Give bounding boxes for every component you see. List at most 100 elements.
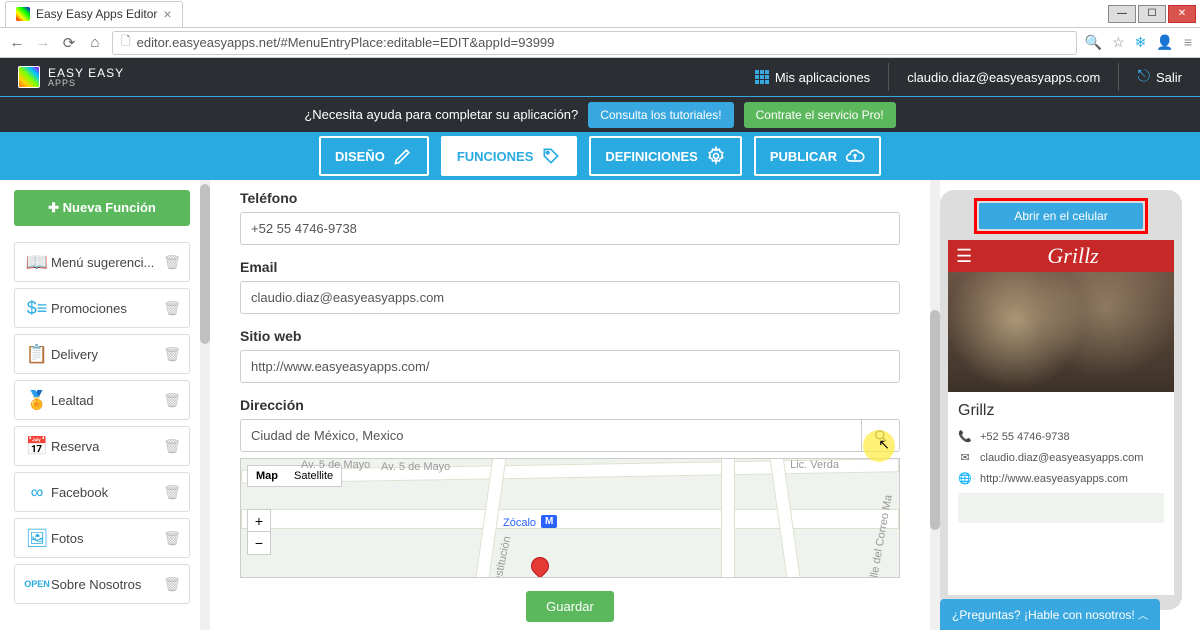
- sidebar-item-delivery[interactable]: 📋Delivery🗑: [14, 334, 190, 374]
- main-nav-tabs: DISEÑO FUNCIONES DEFINICIONES PUBLICAR: [0, 132, 1200, 180]
- address-search-button[interactable]: [862, 419, 900, 452]
- reload-icon[interactable]: ⟳: [60, 34, 78, 52]
- main-scrollbar[interactable]: [930, 180, 940, 630]
- apps-grid-icon: [755, 70, 769, 84]
- window-minimize[interactable]: —: [1108, 5, 1136, 23]
- trash-icon[interactable]: 🗑: [163, 254, 181, 271]
- globe-icon: 🌐: [958, 472, 972, 485]
- email-field-group: Email: [240, 259, 900, 314]
- map-widget[interactable]: Map Satellite + − Av. 5 de Mayo Av. 5 de…: [240, 458, 900, 578]
- zoom-icon[interactable]: 🔍: [1085, 34, 1102, 51]
- sidebar-item-booking[interactable]: 📅Reserva🗑: [14, 426, 190, 466]
- dollar-list-icon: $≡: [23, 298, 51, 319]
- home-icon[interactable]: ⌂: [86, 34, 104, 51]
- logout-link[interactable]: ⎋ Salir: [1137, 68, 1182, 86]
- phone-icon: 📞: [958, 430, 972, 443]
- open-in-phone-button[interactable]: Abrir en el celular: [979, 203, 1143, 229]
- website-input[interactable]: [240, 350, 900, 383]
- website-field-group: Sitio web: [240, 328, 900, 383]
- back-icon[interactable]: ←: [8, 34, 26, 51]
- trash-icon[interactable]: 🗑: [163, 346, 181, 363]
- menu-icon[interactable]: ≡: [1184, 34, 1192, 51]
- street-label: Lic. Verda: [790, 459, 839, 471]
- brand-sub: APPS: [48, 79, 124, 88]
- map-zoom-control: + −: [247, 509, 271, 555]
- window-close[interactable]: ✕: [1168, 5, 1196, 23]
- trash-icon[interactable]: 🗑: [163, 576, 181, 593]
- street-label: Av. 5 de Mayo: [301, 459, 370, 471]
- clipboard-icon: 📋: [23, 344, 51, 365]
- email-label: Email: [240, 259, 900, 275]
- trash-icon[interactable]: 🗑: [163, 392, 181, 409]
- browser-tab[interactable]: Easy Easy Apps Editor ×: [5, 1, 183, 27]
- exit-icon: ⎋: [1137, 68, 1150, 86]
- save-button[interactable]: Guardar: [526, 591, 614, 622]
- tab-close-icon[interactable]: ×: [163, 6, 171, 22]
- bookmark-icon[interactable]: ☆: [1112, 34, 1125, 51]
- hamburger-icon[interactable]: ☰: [956, 246, 972, 267]
- address-input[interactable]: [240, 419, 862, 452]
- share-icon: ∞: [23, 482, 51, 503]
- browser-address-bar: ← → ⟳ ⌂ 🗋 editor.easyeasyapps.net/#MenuE…: [0, 28, 1200, 58]
- brand-name: EASY EASY: [48, 67, 124, 79]
- brand-logo[interactable]: EASY EASY APPS: [18, 66, 124, 88]
- help-bar: ¿Necesita ayuda para completar su aplica…: [0, 96, 1200, 132]
- user-email-link[interactable]: claudio.diaz@easyeasyapps.com: [907, 70, 1100, 85]
- preview-hero-image: [948, 272, 1174, 392]
- email-input[interactable]: [240, 281, 900, 314]
- pro-service-button[interactable]: Contrate el servicio Pro!: [744, 102, 896, 128]
- sidebar-item-menu[interactable]: 📖Menú sugerenci...🗑: [14, 242, 190, 282]
- tab-publish[interactable]: PUBLICAR: [754, 136, 881, 176]
- search-icon: [874, 429, 888, 443]
- preview-email-row[interactable]: ✉claudio.diaz@easyeasyapps.com: [958, 451, 1164, 464]
- sidebar-item-promos[interactable]: $≡Promociones🗑: [14, 288, 190, 328]
- street-label: Av. 5 de Mayo: [381, 461, 450, 473]
- new-function-button[interactable]: ✚ Nueva Función: [14, 190, 190, 226]
- url-field[interactable]: 🗋 editor.easyeasyapps.net/#MenuEntryPlac…: [112, 31, 1077, 55]
- tutorials-button[interactable]: Consulta los tutoriales!: [588, 102, 733, 128]
- tab-definitions[interactable]: DEFINICIONES: [589, 136, 741, 176]
- envelope-icon: ✉: [958, 451, 972, 464]
- trash-icon[interactable]: 🗑: [163, 300, 181, 317]
- trash-icon[interactable]: 🗑: [163, 484, 181, 501]
- url-text: editor.easyeasyapps.net/#MenuEntryPlace:…: [137, 35, 555, 50]
- sidebar-scrollbar[interactable]: [200, 180, 210, 630]
- gear-icon: [706, 146, 726, 166]
- browser-tab-bar: Easy Easy Apps Editor × — ☐ ✕: [0, 0, 1200, 28]
- map-tab-map[interactable]: Map: [248, 466, 286, 486]
- phone-preview: Abrir en el celular ☰ Grillz Grillz 📞+52…: [940, 190, 1182, 610]
- sidebar: ✚ Nueva Función 📖Menú sugerenci...🗑 $≡Pr…: [0, 180, 200, 630]
- ext-icon[interactable]: ❄: [1135, 34, 1147, 51]
- preview-body: Grillz 📞+52 55 4746-9738 ✉claudio.diaz@e…: [948, 392, 1174, 595]
- calendar-icon: 📅: [23, 436, 51, 457]
- open-sign-icon: OPEN: [23, 579, 51, 589]
- zoom-in-button[interactable]: +: [248, 510, 270, 532]
- trash-icon[interactable]: 🗑: [163, 530, 181, 547]
- tab-favicon: [16, 7, 30, 21]
- preview-header: ☰ Grillz: [948, 240, 1174, 272]
- profile-icon[interactable]: 👤: [1156, 34, 1173, 51]
- workspace: ✚ Nueva Función 📖Menú sugerenci...🗑 $≡Pr…: [0, 180, 1200, 630]
- website-label: Sitio web: [240, 328, 900, 344]
- address-label: Dirección: [240, 397, 900, 413]
- preview-business-name: Grillz: [958, 402, 1164, 420]
- phone-input[interactable]: [240, 212, 900, 245]
- chat-widget[interactable]: ¿Preguntas? ¡Hable con nosotros! ︿: [940, 599, 1160, 630]
- preview-phone-row[interactable]: 📞+52 55 4746-9738: [958, 430, 1164, 443]
- sidebar-item-photos[interactable]: 🖼Fotos🗑: [14, 518, 190, 558]
- trash-icon[interactable]: 🗑: [163, 438, 181, 455]
- my-apps-link[interactable]: Mis aplicaciones: [755, 70, 870, 85]
- forward-icon[interactable]: →: [34, 34, 52, 51]
- book-icon: 📖: [23, 252, 51, 273]
- window-maximize[interactable]: ☐: [1138, 5, 1166, 23]
- tab-design[interactable]: DISEÑO: [319, 136, 429, 176]
- highlight-box: Abrir en el celular: [974, 198, 1148, 234]
- metro-icon: M: [541, 515, 557, 528]
- preview-mini-map[interactable]: [958, 493, 1164, 523]
- tab-functions[interactable]: FUNCIONES: [441, 136, 578, 176]
- sidebar-item-about[interactable]: OPENSobre Nosotros🗑: [14, 564, 190, 604]
- sidebar-item-loyalty[interactable]: 🏅Lealtad🗑: [14, 380, 190, 420]
- sidebar-item-facebook[interactable]: ∞Facebook🗑: [14, 472, 190, 512]
- zoom-out-button[interactable]: −: [248, 532, 270, 554]
- preview-website-row[interactable]: 🌐http://www.easyeasyapps.com: [958, 472, 1164, 485]
